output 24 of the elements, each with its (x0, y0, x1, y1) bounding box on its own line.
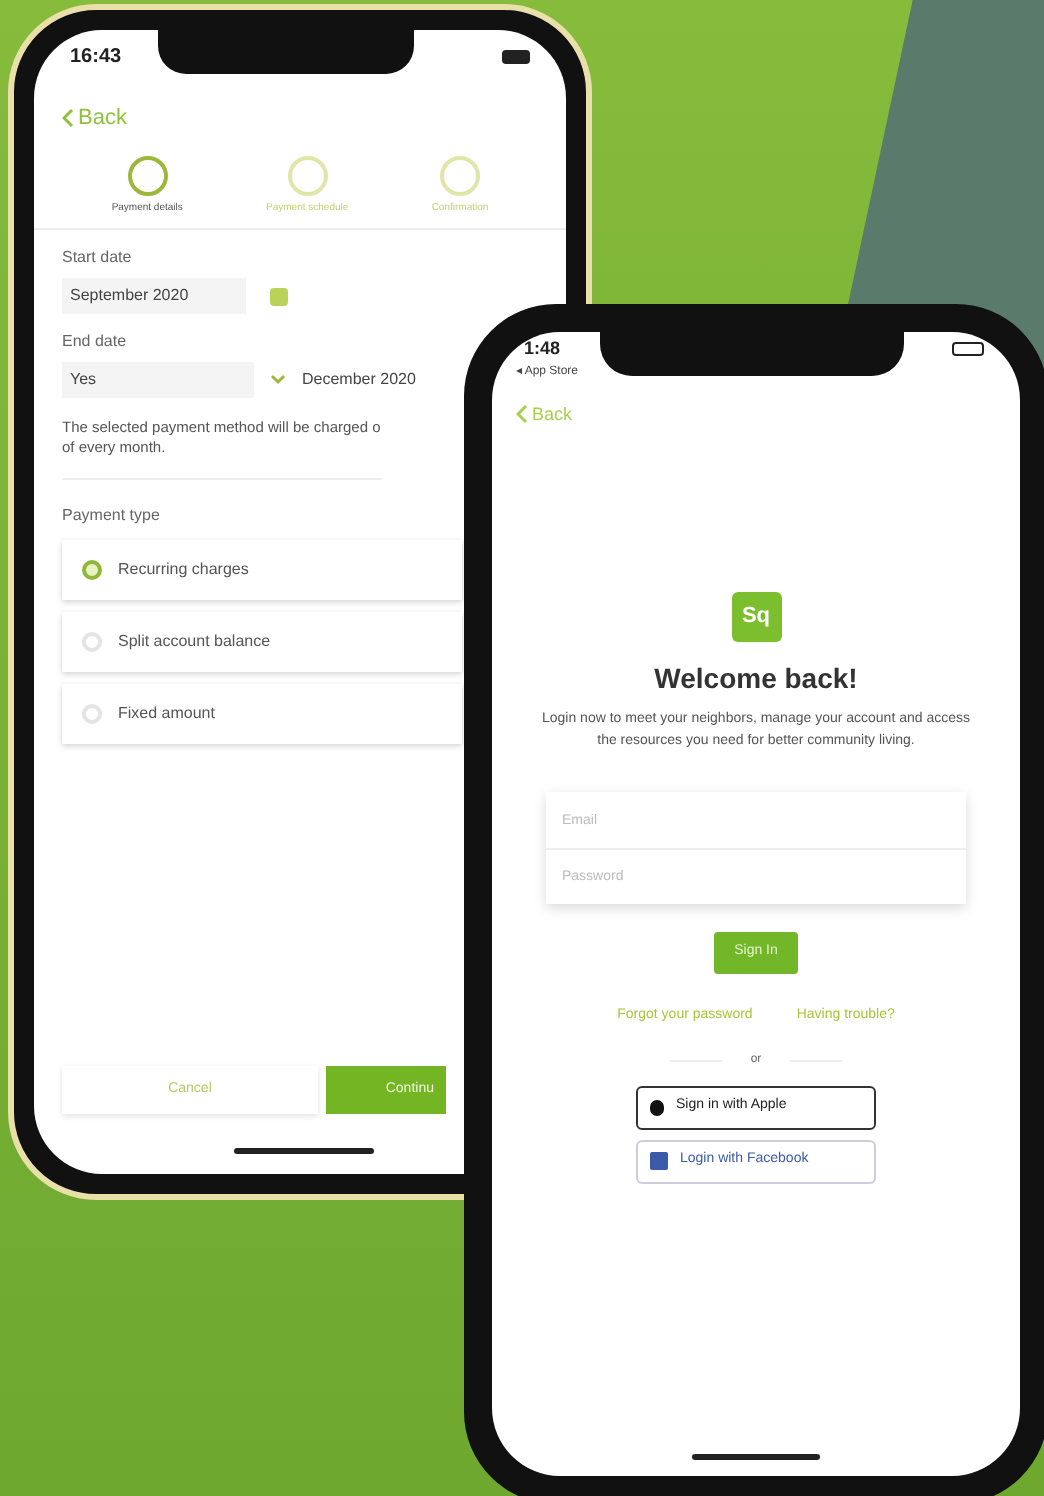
welcome-title: Welcome back! (654, 660, 858, 698)
section-label: Payment type (62, 504, 162, 528)
radio-option[interactable]: Recurring charges (62, 540, 462, 600)
dropdown-field[interactable]: Yes (62, 362, 254, 398)
status-time: 1:48 (524, 336, 563, 362)
option-label: Split account balance (118, 630, 271, 654)
radio-option[interactable]: Fixed amount (62, 684, 462, 744)
facebook-icon (650, 1152, 668, 1170)
date-field[interactable]: December 2020 (302, 368, 416, 392)
option-label: Recurring charges (118, 558, 249, 582)
chevron-icon[interactable] (62, 108, 74, 129)
radio-option[interactable]: Split account balance (62, 612, 462, 672)
battery-icon (952, 342, 984, 356)
home-indicator (234, 1148, 374, 1154)
battery-icon (502, 49, 530, 63)
radio-icon[interactable] (82, 560, 102, 580)
app-logo: Sq (731, 592, 781, 642)
home-indicator (692, 1454, 820, 1460)
field-label: Start date (62, 246, 134, 270)
dropdown-icon[interactable] (270, 374, 286, 386)
date-field[interactable]: September 2020 (62, 278, 246, 314)
status-time: 16:43 (70, 43, 122, 71)
chevron-icon[interactable] (516, 404, 528, 425)
option-label: Fixed amount (118, 702, 215, 726)
